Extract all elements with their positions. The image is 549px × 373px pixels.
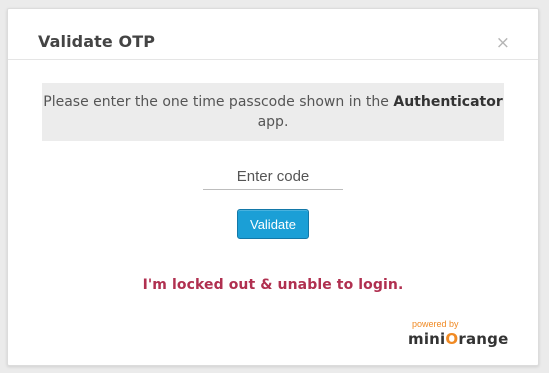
instruction-suffix: app.: [257, 114, 289, 130]
miniorange-logo: powered by miniOrange: [408, 319, 508, 349]
instruction-prefix: Please enter the one time passcode shown…: [43, 94, 389, 110]
otp-code-input[interactable]: [203, 163, 343, 190]
close-icon[interactable]: ×: [496, 35, 510, 52]
instruction-box: Please enter the one time passcode shown…: [42, 83, 504, 141]
dialog-header: Validate OTP ×: [8, 9, 538, 60]
instruction-app-name: Authenticator: [393, 94, 503, 110]
brand-o-glyph: O: [445, 330, 459, 348]
validate-otp-dialog: Validate OTP × Please enter the one time…: [7, 8, 539, 366]
dialog-title: Validate OTP: [38, 32, 156, 51]
powered-by-label: powered by: [412, 319, 459, 329]
brand-name: miniOrange: [408, 330, 508, 348]
validate-button[interactable]: Validate: [237, 209, 309, 239]
brand-name-suffix: range: [458, 330, 509, 348]
locked-out-link[interactable]: I'm locked out & unable to login.: [8, 277, 538, 293]
brand-name-prefix: mini: [408, 330, 446, 348]
instruction-text: Please enter the one time passcode shown…: [42, 83, 504, 132]
